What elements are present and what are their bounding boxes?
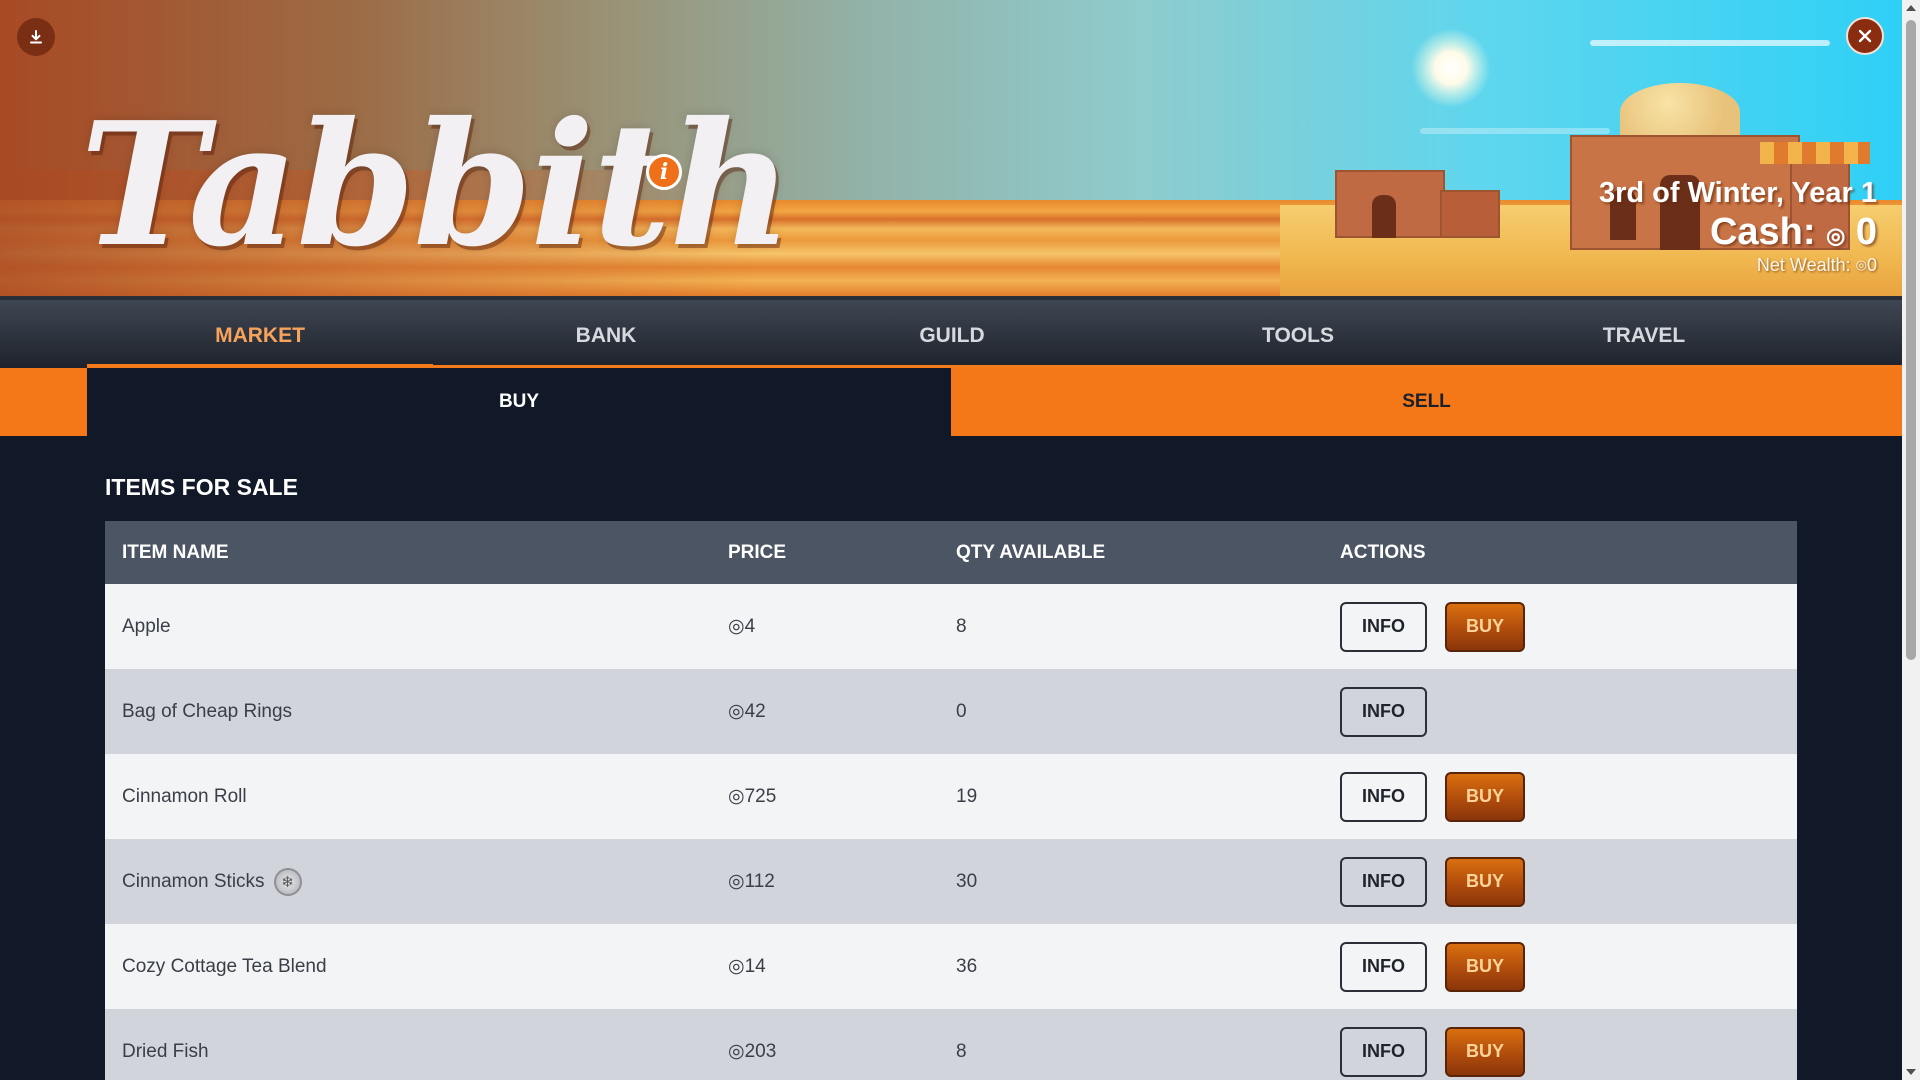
buy-button[interactable]: BUY	[1445, 601, 1525, 652]
item-price: ◎725	[728, 786, 777, 807]
item-name-text: Apple	[122, 615, 171, 637]
info-icon[interactable]: i	[646, 154, 682, 190]
table-row: Cinnamon Roll ◎725 19 INFO BUY	[105, 754, 1797, 839]
item-actions: INFO BUY	[1340, 1026, 1797, 1077]
coin-icon: ◎	[1855, 257, 1867, 272]
item-price: ◎203	[728, 1041, 777, 1062]
item-name-text: Cozy Cottage Tea Blend	[122, 955, 327, 977]
table-header: ITEM NAME PRICE QTY AVAILABLE ACTIONS	[105, 521, 1797, 584]
item-name-text: Bag of Cheap Rings	[122, 700, 293, 722]
info-button[interactable]: INFO	[1340, 686, 1427, 737]
item-name: Apple	[105, 616, 728, 638]
item-price: ◎42	[728, 701, 766, 722]
table-row: Apple ◎4 8 INFO BUY	[105, 584, 1797, 669]
tab-market[interactable]: MARKET	[87, 300, 433, 372]
item-actions: INFO	[1340, 686, 1797, 737]
section-title: ITEMS FOR SALE	[105, 474, 298, 500]
column-header-price: PRICE	[728, 541, 787, 563]
info-button[interactable]: INFO	[1340, 771, 1427, 822]
item-qty: 8	[956, 615, 967, 637]
table-row: Bag of Cheap Rings ◎42 0 INFO	[105, 669, 1797, 754]
item-name: Cinnamon Roll	[105, 786, 728, 808]
tab-bank[interactable]: BANK	[433, 300, 779, 372]
player-status: 3rd of Winter, Year 1 Cash: ◎ 0 Net Weal…	[1599, 175, 1877, 277]
buy-button[interactable]: BUY	[1445, 1026, 1525, 1077]
coin-icon: ◎	[1826, 223, 1846, 248]
table-row: Cozy Cottage Tea Blend ◎14 36 INFO BUY	[105, 924, 1797, 1009]
subtab-buy[interactable]: BUY	[87, 368, 951, 436]
info-button[interactable]: INFO	[1340, 856, 1427, 907]
item-qty: 30	[956, 870, 978, 892]
buy-button[interactable]: BUY	[1445, 856, 1525, 907]
net-wealth-value: 0	[1866, 255, 1877, 275]
item-name: Cinnamon Sticks ❄	[105, 867, 728, 896]
item-name-text: Dried Fish	[122, 1040, 209, 1062]
info-button[interactable]: INFO	[1340, 1026, 1427, 1077]
item-price: ◎112	[728, 871, 775, 892]
close-button[interactable]	[1846, 17, 1884, 55]
item-name: Dried Fish	[105, 1041, 728, 1063]
item-name: Cozy Cottage Tea Blend	[105, 956, 728, 978]
column-header-item-name: ITEM NAME	[122, 541, 229, 563]
cash-display: Cash: ◎ 0	[1599, 211, 1877, 253]
game-date: 3rd of Winter, Year 1	[1598, 177, 1877, 209]
item-price: ◎14	[728, 956, 766, 977]
item-name: Bag of Cheap Rings	[105, 701, 728, 723]
tab-travel[interactable]: TRAVEL	[1471, 300, 1817, 372]
download-icon	[30, 30, 42, 44]
net-wealth-label: Net Wealth:	[1756, 255, 1851, 275]
scroll-up-arrow-icon[interactable]	[1906, 5, 1916, 11]
item-actions: INFO BUY	[1340, 856, 1797, 907]
market-content: ITEMS FOR SALE ITEM NAME PRICE QTY AVAIL…	[0, 436, 1902, 1080]
cloud-illustration	[1590, 40, 1830, 46]
close-icon	[1858, 29, 1872, 43]
tab-tools[interactable]: TOOLS	[1125, 300, 1471, 372]
item-name-text: Cinnamon Roll	[122, 785, 247, 807]
info-button[interactable]: INFO	[1340, 601, 1427, 652]
column-header-qty: QTY AVAILABLE	[956, 541, 1106, 563]
download-button[interactable]	[17, 18, 55, 56]
buy-button[interactable]: BUY	[1445, 941, 1525, 992]
item-actions: INFO BUY	[1340, 771, 1797, 822]
item-actions: INFO BUY	[1340, 601, 1797, 652]
header-banner: Tabbith i 3rd of Winter, Year 1 Cash: ◎ …	[0, 0, 1902, 296]
table-row: Cinnamon Sticks ❄ ◎112 30 INFO BUY	[105, 839, 1797, 924]
item-qty: 36	[956, 955, 978, 977]
tab-guild[interactable]: GUILD	[779, 300, 1125, 372]
cash-label: Cash:	[1709, 211, 1816, 253]
item-actions: INFO BUY	[1340, 941, 1797, 992]
main-nav: MARKET BANK GUILD TOOLS TRAVEL	[0, 296, 1902, 372]
item-qty: 8	[956, 1040, 967, 1062]
subtab-sell[interactable]: SELL	[951, 368, 1902, 436]
app-logo: Tabbith	[80, 85, 793, 285]
items-table: ITEM NAME PRICE QTY AVAILABLE ACTIONS Ap…	[105, 521, 1797, 1080]
buy-button[interactable]: BUY	[1445, 771, 1525, 822]
item-qty: 0	[956, 700, 967, 722]
item-qty: 19	[956, 785, 978, 807]
column-header-actions: ACTIONS	[1340, 541, 1426, 563]
item-name-text: Cinnamon Sticks	[122, 870, 265, 892]
item-price: ◎4	[728, 616, 756, 637]
market-subtabs: BUY SELL	[0, 368, 1902, 436]
snowflake-badge-icon: ❄	[273, 867, 302, 896]
scrollbar-thumb[interactable]	[1906, 20, 1916, 660]
table-row: Dried Fish ◎203 8 INFO BUY	[105, 1009, 1797, 1080]
cash-value: 0	[1855, 211, 1877, 253]
info-button[interactable]: INFO	[1340, 941, 1427, 992]
page-scrollbar[interactable]	[1902, 0, 1920, 1080]
scroll-down-arrow-icon[interactable]	[1906, 1069, 1916, 1075]
net-wealth: Net Wealth: ◎0	[1599, 253, 1877, 277]
